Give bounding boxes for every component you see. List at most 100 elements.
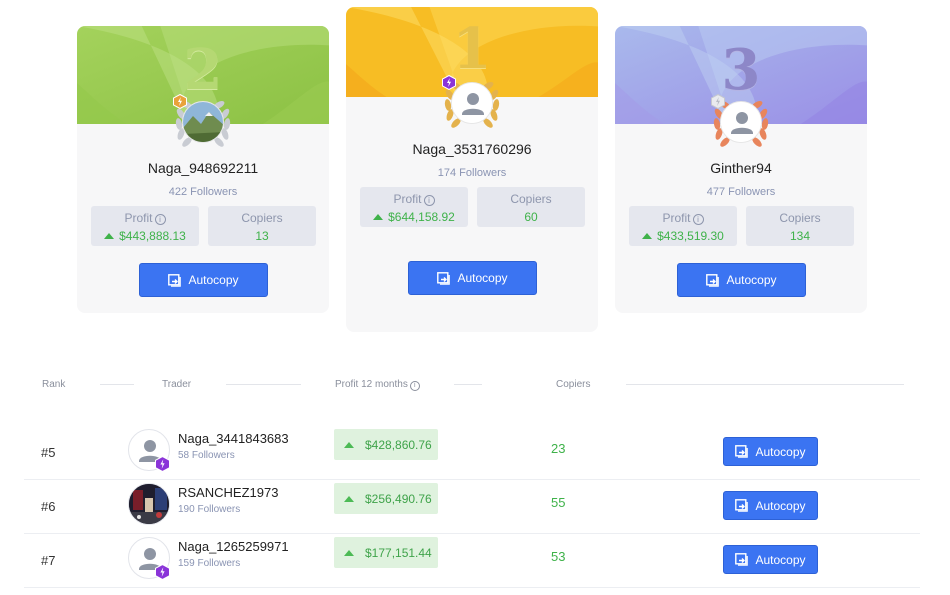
followers-count: 159 Followers <box>178 558 241 569</box>
autocopy-button[interactable]: Autocopy <box>677 263 806 297</box>
row-rank: #6 <box>41 499 56 514</box>
podium-card-rank-3: 3 Ginther94 477 Followers Profit i $433,… <box>615 26 867 313</box>
followers-count: 174 Followers <box>437 167 507 179</box>
profit-value: $177,151.44 <box>334 537 438 568</box>
profit-label: Profit <box>662 211 691 225</box>
copiers-label: Copiers <box>241 211 283 225</box>
column-header-trader[interactable]: Trader <box>162 379 191 390</box>
trader-name[interactable]: Naga_948692211 <box>77 160 329 176</box>
autocopy-icon <box>437 271 451 285</box>
header-divider <box>100 384 134 385</box>
autocopy-button[interactable]: Autocopy <box>408 261 537 295</box>
copiers-stat: Copiers 60 <box>477 187 585 227</box>
autocopy-icon <box>735 499 749 512</box>
row-rank: #7 <box>41 553 56 568</box>
trend-up-icon <box>642 233 653 239</box>
profit-value: $433,519.30 <box>657 229 724 243</box>
trader-name[interactable]: Naga_3531760296 <box>346 141 598 157</box>
info-icon[interactable]: i <box>409 381 420 391</box>
trend-up-icon <box>104 233 115 239</box>
profit-stat: Profit i $443,888.13 <box>91 206 199 246</box>
avatar-laurel-frame <box>442 75 502 135</box>
table-row[interactable]: #7 Naga_1265259971 159 Followers $177,15… <box>24 534 920 588</box>
table-row[interactable]: #5 Naga_3441843683 58 Followers $428,860… <box>24 426 920 480</box>
followers-count: 190 Followers <box>178 504 241 515</box>
avatar[interactable] <box>128 483 170 525</box>
autocopy-button[interactable]: Autocopy <box>723 437 818 466</box>
hexagon-lightning-icon <box>711 94 725 109</box>
header-divider <box>226 384 301 385</box>
info-icon[interactable]: i <box>692 214 704 225</box>
autocopy-icon <box>735 553 749 566</box>
hexagon-lightning-icon <box>442 75 456 90</box>
trader-name[interactable]: Naga_1265259971 <box>178 539 289 554</box>
trader-name[interactable]: Ginther94 <box>615 160 867 176</box>
autocopy-button[interactable]: Autocopy <box>723 545 818 574</box>
profit-value: $256,490.76 <box>334 483 438 514</box>
avatar[interactable] <box>720 101 762 143</box>
autocopy-label: Autocopy <box>755 552 806 567</box>
copiers-value: 13 <box>255 229 269 243</box>
profit-value: $644,158.92 <box>388 210 455 224</box>
info-icon[interactable]: i <box>154 214 166 225</box>
copiers-value: 23 <box>551 441 566 456</box>
autocopy-button[interactable]: Autocopy <box>139 263 268 297</box>
avatar[interactable] <box>451 82 493 124</box>
user-avatar-icon <box>721 102 761 142</box>
trader-name[interactable]: Naga_3441843683 <box>178 431 289 446</box>
avatar-laurel-frame <box>173 94 233 154</box>
followers-count: 58 Followers <box>178 450 235 461</box>
info-icon[interactable]: i <box>423 195 435 206</box>
copiers-stat: Copiers 13 <box>208 206 316 246</box>
column-header-copiers[interactable]: Copiers <box>556 379 590 390</box>
copiers-label: Copiers <box>510 192 552 206</box>
header-divider <box>626 384 904 385</box>
autocopy-button[interactable]: Autocopy <box>723 491 818 520</box>
profit-label: Profit <box>393 192 422 206</box>
autocopy-icon <box>735 445 749 458</box>
trend-up-icon <box>344 441 354 448</box>
trend-up-icon <box>344 495 354 502</box>
copiers-value: 55 <box>551 495 566 510</box>
profit-label: Profit <box>124 211 153 225</box>
copiers-value: 134 <box>789 229 811 243</box>
avatar-photo-landscape <box>183 102 223 142</box>
avatar[interactable] <box>182 101 224 143</box>
user-avatar-icon <box>452 83 492 123</box>
rank-number: 3 <box>721 37 761 103</box>
copiers-label: Copiers <box>779 211 821 225</box>
header-divider <box>454 384 482 385</box>
profit-value: $428,860.76 <box>334 429 438 460</box>
autocopy-icon <box>168 273 182 287</box>
profit-stat: Profit i $644,158.92 <box>360 187 468 227</box>
column-header-rank[interactable]: Rank <box>42 379 65 390</box>
autocopy-label: Autocopy <box>188 273 239 287</box>
followers-count: 422 Followers <box>168 186 238 198</box>
trend-up-icon <box>344 549 354 556</box>
hexagon-lightning-icon <box>173 94 187 109</box>
trend-up-icon <box>373 214 384 220</box>
copiers-stat: Copiers 134 <box>746 206 854 246</box>
column-header-profit[interactable]: Profit 12 months i <box>335 379 420 391</box>
followers-count: 477 Followers <box>706 186 776 198</box>
autocopy-label: Autocopy <box>755 444 806 459</box>
podium-card-rank-1: 1 Naga_3531760296 174 Followers Profit i… <box>346 7 598 332</box>
rank-number: 1 <box>452 16 492 82</box>
copiers-value: 60 <box>524 210 538 224</box>
profit-value: $443,888.13 <box>119 229 186 243</box>
trader-name[interactable]: RSANCHEZ1973 <box>178 485 278 500</box>
autocopy-label: Autocopy <box>755 498 806 513</box>
copiers-value: 53 <box>551 549 566 564</box>
autocopy-label: Autocopy <box>457 271 508 285</box>
hexagon-lightning-icon <box>155 456 170 472</box>
avatar-laurel-frame <box>711 94 771 154</box>
rank-number: 2 <box>183 37 223 103</box>
hexagon-lightning-icon <box>155 564 170 580</box>
podium-card-rank-2: 2 Naga_948692211 422 Followers Profit i … <box>77 26 329 313</box>
table-row[interactable]: #6 RSANCHEZ1973 190 Followers $256,490.7… <box>24 480 920 534</box>
autocopy-label: Autocopy <box>726 273 777 287</box>
avatar-photo <box>129 484 169 524</box>
autocopy-icon <box>706 273 720 287</box>
profit-stat: Profit i $433,519.30 <box>629 206 737 246</box>
row-rank: #5 <box>41 445 56 460</box>
